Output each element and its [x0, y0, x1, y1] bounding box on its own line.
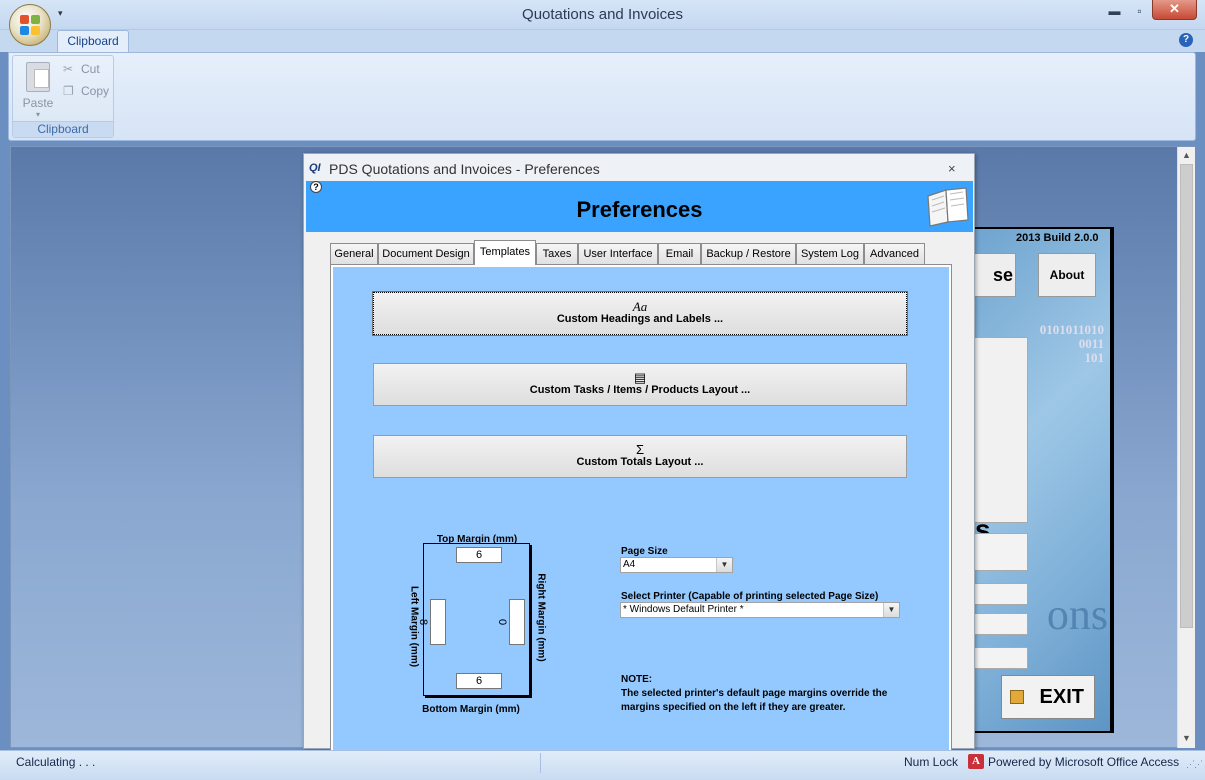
build-label: 2013 Build 2.0.0: [1016, 232, 1099, 244]
ribbon-tab-strip: Clipboard ?: [0, 30, 1205, 52]
status-text: Calculating . . .: [16, 755, 96, 769]
clipboard-group: Paste ▾ ✂ Cut ❐ Copy Clipboard: [12, 55, 114, 138]
maximize-button[interactable]: ▫: [1127, 4, 1152, 25]
status-separator: [540, 753, 541, 773]
copy-button[interactable]: ❐ Copy: [61, 82, 109, 100]
vertical-scrollbar[interactable]: ▲ ▼: [1177, 147, 1195, 748]
paste-icon: [26, 62, 50, 92]
resize-grip-icon[interactable]: ⋰⋰: [1186, 759, 1203, 770]
copy-label: Copy: [81, 84, 110, 98]
about-button[interactable]: About: [1038, 253, 1096, 297]
custom-totals-layout-button[interactable]: Σ Custom Totals Layout ...: [373, 435, 907, 478]
window-title: Quotations and Invoices: [522, 6, 683, 23]
num-lock-indicator: Num Lock: [904, 755, 959, 769]
button-label: Custom Totals Layout ...: [576, 456, 704, 468]
font-style-icon: Aa: [632, 299, 648, 314]
ribbon: Paste ▾ ✂ Cut ❐ Copy Clipboard: [8, 52, 1196, 141]
preferences-dialog: QI PDS Quotations and Invoices - Prefere…: [303, 153, 975, 751]
printer-label: Select Printer (Capable of printing sele…: [621, 591, 879, 602]
scissors-icon: ✂: [63, 62, 74, 76]
printer-value: * Windows Default Printer *: [623, 604, 744, 615]
sigma-icon: Σ: [635, 442, 645, 457]
right-margin-label: Right Margin (mm): [535, 573, 547, 662]
tab-general[interactable]: General: [330, 243, 378, 264]
tab-backup-restore[interactable]: Backup / Restore: [701, 243, 796, 264]
binary-line: 0101011010: [1039, 322, 1104, 337]
watermark-text: ons: [1046, 590, 1108, 639]
note-title: NOTE:: [621, 674, 653, 685]
powered-by-text: Powered by Microsoft Office Access: [988, 755, 1180, 769]
dialog-title-bar: QI PDS Quotations and Invoices - Prefere…: [304, 154, 974, 180]
title-bar: ▾ Quotations and Invoices ▬ ▫ ✕: [0, 0, 1205, 30]
paste-button[interactable]: Paste ▾: [19, 60, 57, 120]
help-icon[interactable]: ?: [1179, 33, 1193, 47]
printer-select[interactable]: * Windows Default Printer * ▼: [620, 602, 900, 618]
tab-document-design[interactable]: Document Design: [378, 243, 474, 264]
bottom-margin-input[interactable]: 6: [456, 673, 502, 689]
tab-user-interface[interactable]: User Interface: [578, 243, 658, 264]
page-margin-diagram: 6 6 8 0: [417, 543, 530, 696]
table-layout-icon: ▤: [633, 370, 647, 385]
copy-icon: ❐: [63, 84, 74, 98]
page-size-value: A4: [623, 559, 636, 570]
tab-system-log[interactable]: System Log: [796, 243, 864, 264]
scroll-thumb[interactable]: [1180, 164, 1193, 628]
page-size-label: Page Size: [621, 546, 668, 557]
app-logo-icon: QI: [309, 162, 321, 174]
partial-button[interactable]: se: [974, 253, 1016, 297]
custom-headings-button[interactable]: Aa Custom Headings and Labels ...: [372, 291, 908, 336]
office-button[interactable]: [9, 4, 51, 46]
menu-button[interactable]: [974, 533, 1028, 571]
cut-label: Cut: [81, 62, 100, 76]
chevron-down-icon[interactable]: ▼: [716, 558, 732, 572]
tab-taxes[interactable]: Taxes: [536, 243, 578, 264]
tab-advanced[interactable]: Advanced: [864, 243, 925, 264]
office-logo-icon: [20, 15, 40, 35]
status-bar: Calculating . . . Num Lock A Powered by …: [0, 750, 1205, 780]
button-label: Custom Headings and Labels ...: [556, 313, 724, 325]
ribbon-tab-clipboard[interactable]: Clipboard: [57, 30, 129, 52]
access-icon: A: [968, 754, 984, 769]
dialog-heading: Preferences: [576, 197, 703, 222]
paste-dropdown-icon: ▾: [35, 110, 40, 119]
close-button[interactable]: ✕: [1152, 0, 1197, 20]
scroll-down-icon[interactable]: ▼: [1178, 730, 1195, 747]
menu-button[interactable]: [974, 647, 1028, 669]
tab-email[interactable]: Email: [658, 243, 701, 264]
button-label: Custom Tasks / Items / Products Layout .…: [529, 384, 751, 396]
bottom-margin-label: Bottom Margin (mm): [422, 704, 520, 715]
book-icon: [927, 187, 969, 227]
top-margin-input[interactable]: 6: [456, 547, 502, 563]
exit-button[interactable]: EXIT: [1001, 675, 1095, 719]
page-size-select[interactable]: A4 ▼: [620, 557, 733, 573]
custom-items-layout-button[interactable]: ▤ Custom Tasks / Items / Products Layout…: [373, 363, 907, 406]
printer-note: NOTE: The selected printer's default pag…: [621, 673, 911, 715]
main-menu-form: 2013 Build 2.0.0 se About 0101011010 001…: [970, 227, 1114, 733]
exit-door-icon: [1010, 690, 1024, 704]
main-menu-background: 2013 Build 2.0.0 se About 0101011010 001…: [974, 229, 1110, 731]
chevron-down-icon[interactable]: ▼: [883, 603, 899, 617]
dialog-header: Preferences: [306, 181, 973, 232]
scroll-up-icon[interactable]: ▲: [1178, 147, 1195, 164]
dialog-close-button[interactable]: ×: [948, 161, 956, 176]
right-margin-input[interactable]: 0: [496, 599, 525, 645]
minimize-button[interactable]: ▬: [1102, 4, 1127, 25]
summary-panel: s: [974, 337, 1028, 545]
templates-panel: Aa Custom Headings and Labels ... ▤ Cust…: [333, 267, 949, 751]
tab-templates[interactable]: Templates: [474, 240, 536, 265]
note-text: The selected printer's default page marg…: [621, 688, 888, 713]
paste-label: Paste: [22, 96, 54, 110]
templates-tab-page: Aa Custom Headings and Labels ... ▤ Cust…: [330, 264, 952, 751]
cut-button[interactable]: ✂ Cut: [61, 60, 100, 78]
dialog-help-icon[interactable]: ?: [310, 181, 322, 193]
exit-label: EXIT: [1039, 686, 1084, 708]
left-margin-input[interactable]: 8: [417, 599, 446, 645]
left-margin-label: Left Margin (mm): [408, 585, 420, 668]
dialog-title: PDS Quotations and Invoices - Preference…: [329, 161, 600, 177]
group-label: Clipboard: [13, 121, 113, 137]
